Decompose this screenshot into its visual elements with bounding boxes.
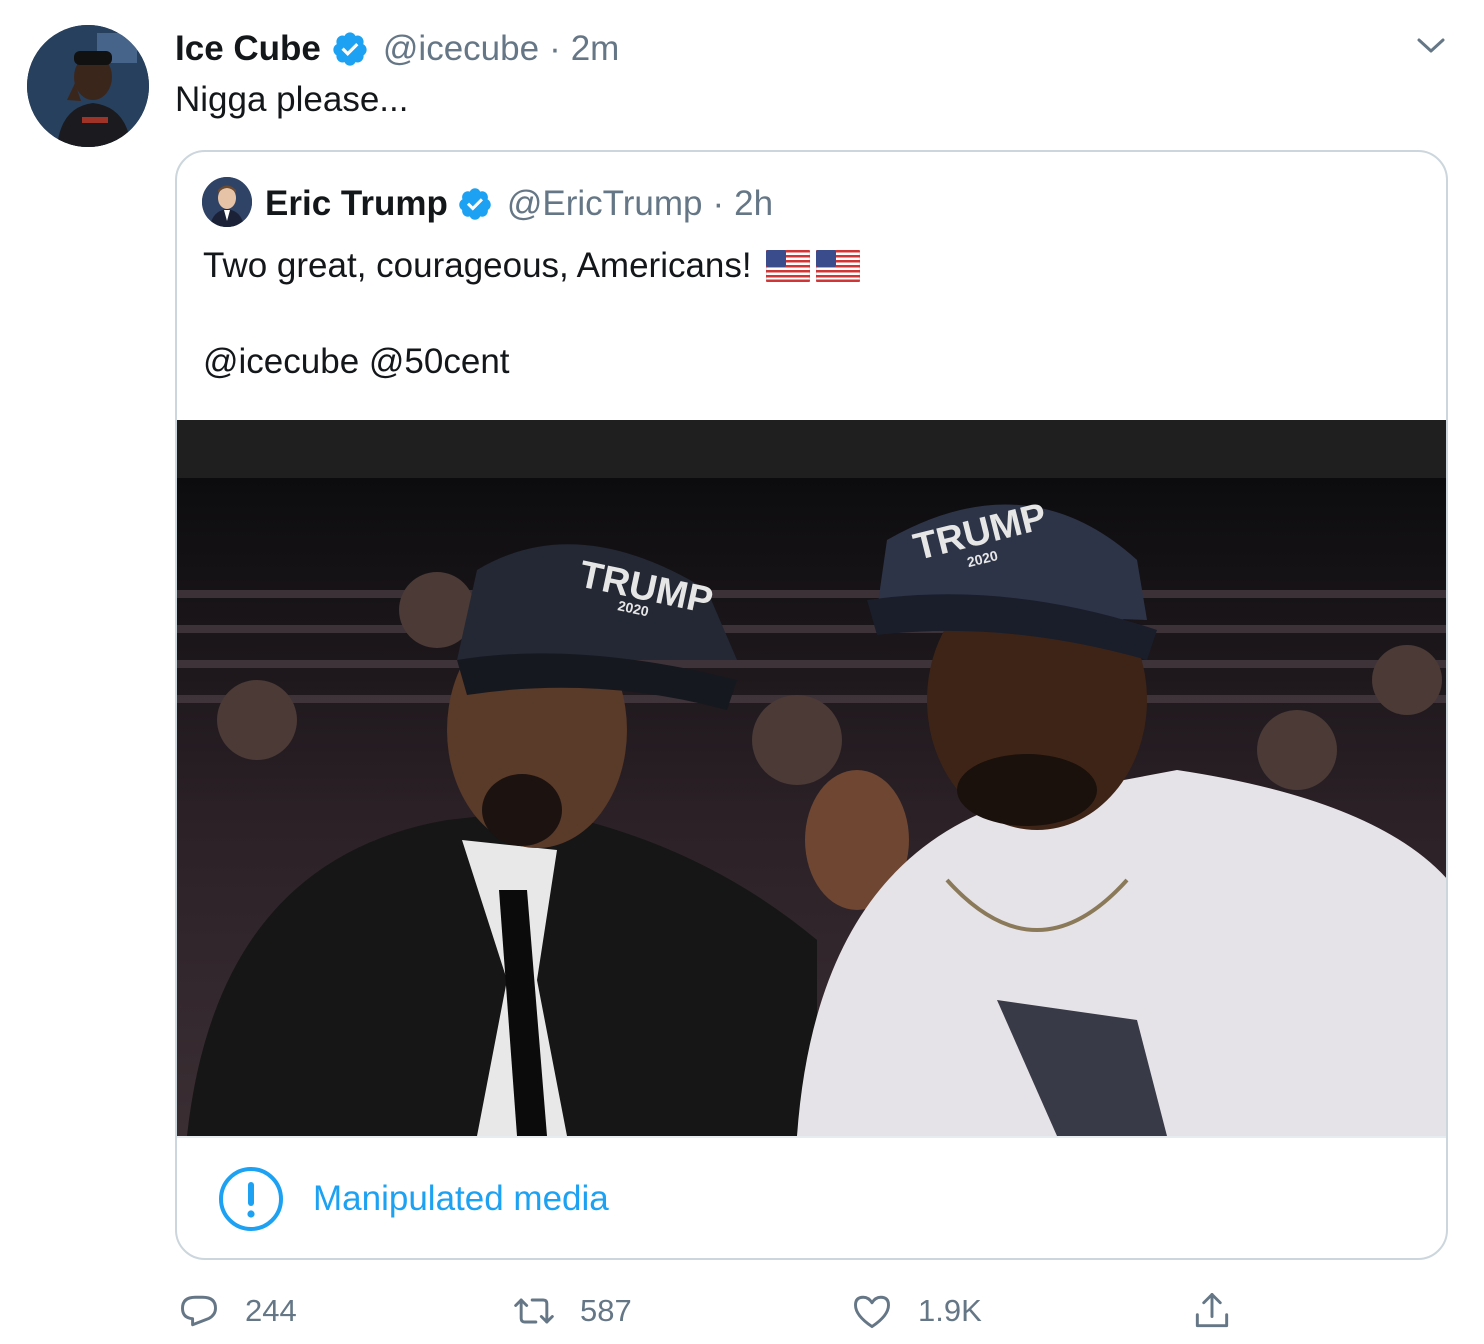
retweet-icon xyxy=(514,1298,554,1324)
author-name[interactable]: Ice Cube xyxy=(175,29,321,69)
retweet-button[interactable]: 587 xyxy=(512,1288,632,1334)
share-icon xyxy=(1195,1293,1229,1328)
avatar-image xyxy=(27,25,149,147)
quoted-tweet-header: Eric Trump @EricTrump · 2h xyxy=(265,183,773,225)
quoted-avatar-image xyxy=(202,177,252,227)
heart-icon xyxy=(854,1295,890,1329)
manipulated-media-label[interactable]: Manipulated media xyxy=(313,1179,609,1219)
exclamation-circle-icon xyxy=(219,1167,283,1231)
reply-icon xyxy=(181,1295,217,1327)
retweet-count: 587 xyxy=(580,1293,632,1328)
tweet[interactable]: Ice Cube @icecube · 2m Nigga please... E… xyxy=(0,0,1484,1344)
separator-dot: · xyxy=(549,29,561,68)
photo-image: TRUMP 2020 TRUMP 2020 xyxy=(177,420,1446,1136)
reply-button[interactable]: 244 xyxy=(177,1288,297,1334)
like-count: 1.9K xyxy=(918,1293,982,1328)
quoted-tweet-mentions: @icecube @50cent xyxy=(203,342,510,381)
quoted-author-name[interactable]: Eric Trump xyxy=(265,184,448,224)
tweet-timestamp[interactable]: 2m xyxy=(571,29,620,69)
quoted-tweet-text: Two great, courageous, Americans! xyxy=(203,246,752,285)
verified-badge-icon xyxy=(459,188,491,220)
quoted-tweet-timestamp[interactable]: 2h xyxy=(734,184,773,224)
verified-badge-icon xyxy=(333,32,367,66)
us-flag-emoji-icon xyxy=(765,250,810,282)
quoted-tweet-card[interactable]: Eric Trump @EricTrump · 2h Two great, co… xyxy=(175,150,1448,1260)
tweet-text: Nigga please... xyxy=(175,80,409,119)
chevron-down-icon[interactable] xyxy=(1411,30,1451,60)
quoted-author-handle[interactable]: @EricTrump xyxy=(507,184,703,224)
us-flag-emoji-icon xyxy=(815,250,860,282)
author-handle[interactable]: @icecube xyxy=(383,29,539,69)
share-button[interactable] xyxy=(1190,1288,1234,1334)
separator-dot: · xyxy=(712,184,725,223)
manipulated-media-notice[interactable]: Manipulated media xyxy=(177,1136,1446,1258)
author-avatar[interactable] xyxy=(27,25,149,147)
quoted-author-avatar[interactable] xyxy=(202,177,252,227)
quoted-tweet-photo[interactable]: TRUMP 2020 TRUMP 2020 xyxy=(177,420,1446,1136)
tweet-header: Ice Cube @icecube · 2m xyxy=(175,28,619,70)
like-button[interactable]: 1.9K xyxy=(850,1288,982,1334)
reply-count: 244 xyxy=(245,1293,297,1328)
quoted-tweet-text-line1: Two great, courageous, Americans! xyxy=(203,246,860,286)
